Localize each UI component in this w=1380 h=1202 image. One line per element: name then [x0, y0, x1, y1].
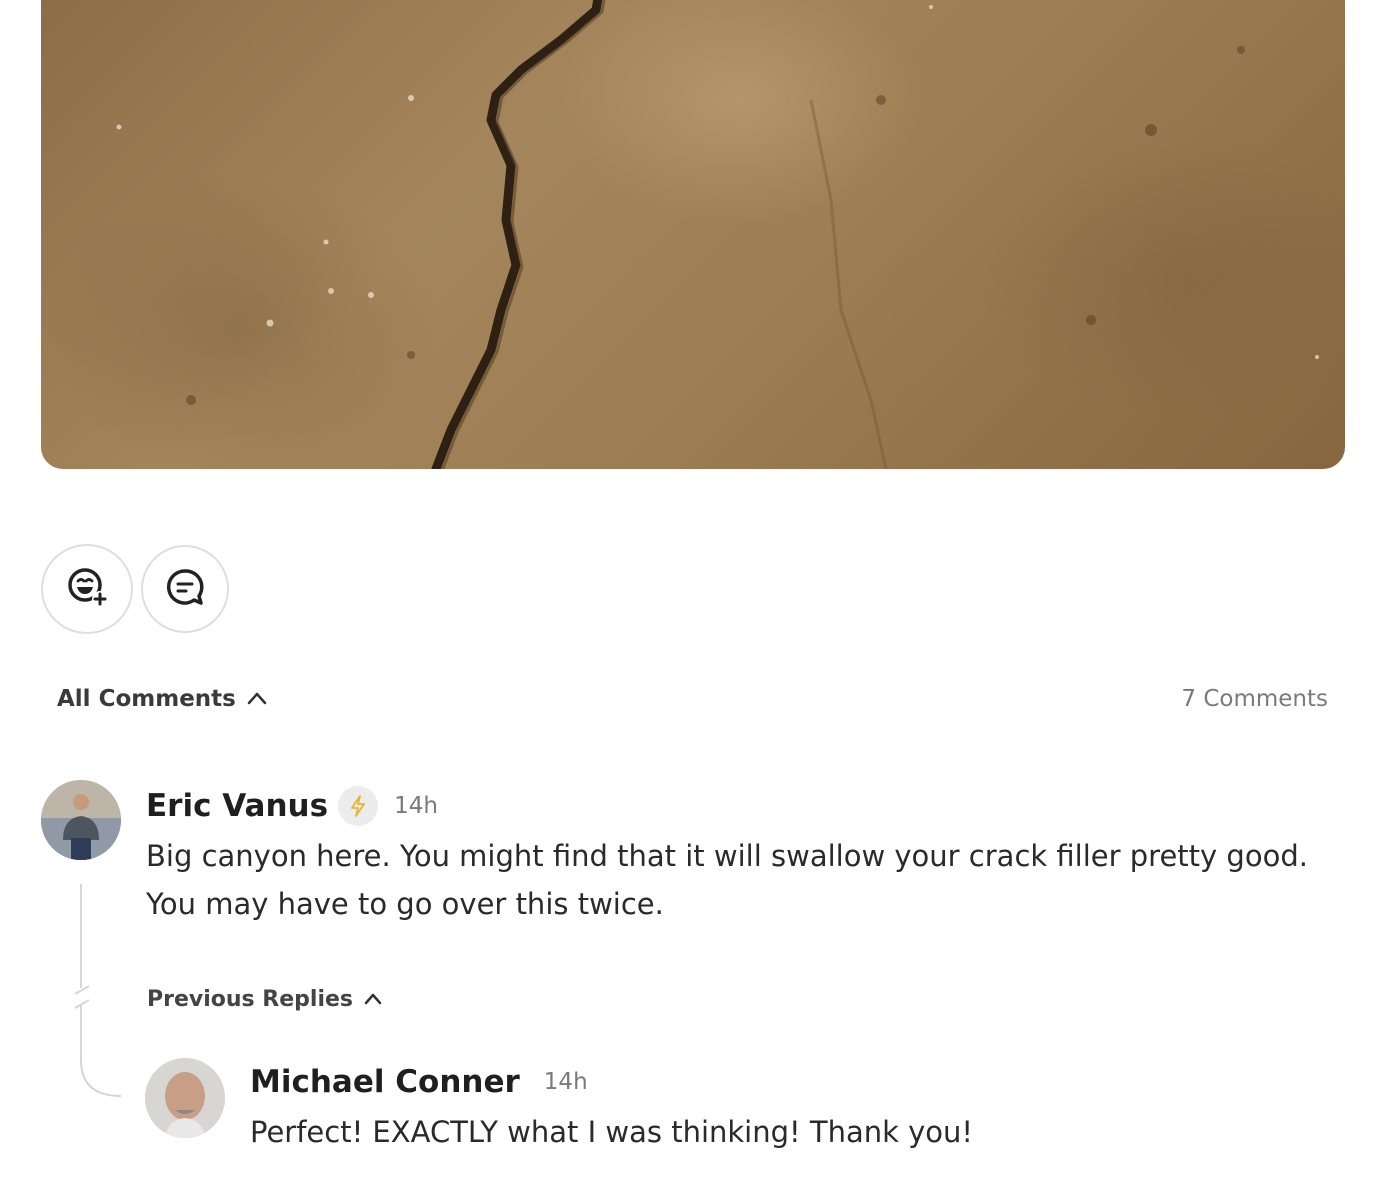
comment-time: 14h: [394, 793, 438, 819]
comment-button[interactable]: [141, 545, 229, 633]
reply-author-name[interactable]: Michael Conner: [250, 1064, 520, 1100]
chevron-up-icon: [363, 987, 383, 1012]
thread-connector: [74, 884, 122, 1097]
lightning-icon: [338, 786, 379, 826]
comment-count: 7 Comments: [1181, 686, 1328, 712]
all-comments-label: All Comments: [57, 686, 236, 712]
all-comments-toggle[interactable]: All Comments: [57, 686, 268, 712]
avatar[interactable]: [41, 780, 121, 860]
crack-texture: [116, 0, 1319, 469]
avatar-photo: [41, 780, 121, 860]
chevron-up-icon: [246, 686, 268, 712]
reply-author-line: Michael Conner 14h: [250, 1064, 588, 1100]
comment-author-line: Eric Vanus 14h: [146, 786, 438, 826]
reply-avatar[interactable]: [145, 1058, 225, 1138]
comment-text: Big canyon here. You might find that it …: [146, 839, 1308, 921]
reply-time: 14h: [543, 1069, 588, 1095]
previous-replies-toggle[interactable]: Previous Replies: [147, 987, 383, 1012]
add-reaction-icon: [65, 565, 109, 613]
post-image[interactable]: [41, 0, 1345, 469]
comment-author-name[interactable]: Eric Vanus: [146, 788, 328, 824]
reply-text: Perfect! EXACTLY what I was thinking! Th…: [250, 1115, 974, 1149]
comment-bubble-icon: [163, 565, 207, 613]
add-reaction-button[interactable]: [41, 544, 133, 634]
previous-replies-label: Previous Replies: [147, 987, 354, 1012]
avatar-photo: [145, 1058, 225, 1138]
